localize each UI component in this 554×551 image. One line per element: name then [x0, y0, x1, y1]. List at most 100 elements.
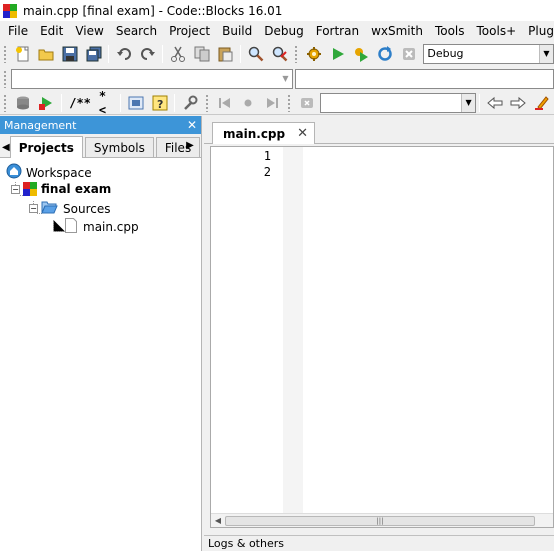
- chevron-down-icon[interactable]: ▼: [278, 69, 293, 88]
- paste-icon[interactable]: [215, 44, 237, 64]
- logs-panel-header[interactable]: Logs & others: [204, 535, 554, 551]
- management-title: Management: [4, 118, 77, 132]
- run-icon[interactable]: [327, 44, 349, 64]
- help-icon[interactable]: ?: [149, 93, 171, 113]
- menu-view[interactable]: View: [69, 24, 109, 38]
- menu-file[interactable]: File: [2, 24, 34, 38]
- clear-search-icon[interactable]: [296, 93, 318, 113]
- close-icon[interactable]: ✕: [297, 126, 308, 141]
- tree-workspace[interactable]: Workspace: [6, 163, 92, 182]
- collapse-toggle-icon[interactable]: −: [11, 184, 20, 194]
- bookmark-prev-icon[interactable]: [214, 93, 236, 113]
- editor-tab-label: main.cpp: [223, 126, 286, 141]
- database-icon[interactable]: [12, 93, 34, 113]
- chevron-down-icon[interactable]: ▼: [538, 44, 553, 63]
- toolbar-grip[interactable]: [205, 93, 209, 112]
- file-label: main.cpp: [83, 220, 139, 234]
- build-target-select[interactable]: Debug ▼: [423, 43, 554, 64]
- doxygen-comment-button[interactable]: *<: [95, 89, 117, 117]
- build-target-value: Debug: [427, 47, 464, 60]
- svg-text:?: ?: [157, 98, 163, 111]
- rebuild-icon[interactable]: [374, 44, 396, 64]
- tree-project[interactable]: − final exam: [11, 182, 111, 196]
- editor-tabs: main.cpp ✕: [204, 116, 554, 144]
- close-icon[interactable]: ✕: [187, 118, 197, 132]
- title-bar: main.cpp [final exam] - Code::Blocks 16.…: [0, 0, 554, 21]
- menu-bar: File Edit View Search Project Build Debu…: [0, 21, 554, 41]
- project-tree: Workspace − final exam − Sources main.cp…: [0, 158, 201, 234]
- abort-icon[interactable]: [398, 44, 420, 64]
- horizontal-scrollbar[interactable]: ◀ |||: [211, 513, 553, 527]
- toolbar-separator: [120, 93, 122, 112]
- comment-button[interactable]: /**: [65, 96, 95, 110]
- toolbar-grip[interactable]: [3, 69, 7, 88]
- copy-icon[interactable]: [191, 44, 213, 64]
- debug-run-icon[interactable]: [36, 93, 58, 113]
- toolbar-separator: [61, 93, 63, 112]
- toolbar-grip[interactable]: [3, 93, 7, 112]
- open-folder-icon[interactable]: [36, 44, 58, 64]
- collapse-toggle-icon[interactable]: −: [29, 204, 38, 213]
- back-arrow-icon[interactable]: [484, 93, 506, 113]
- cut-icon[interactable]: [167, 44, 189, 64]
- new-file-icon[interactable]: [12, 44, 34, 64]
- search-select[interactable]: ▼: [320, 92, 477, 113]
- build-and-run-icon[interactable]: [351, 44, 373, 64]
- project-icon: [23, 182, 37, 196]
- chevron-left-icon[interactable]: ◀: [2, 137, 10, 157]
- scroll-left-icon[interactable]: ◀: [211, 516, 225, 525]
- toolbar-separator: [162, 44, 164, 63]
- logs-label: Logs & others: [208, 537, 284, 550]
- chevron-right-icon[interactable]: ▶: [183, 135, 197, 155]
- menu-debug[interactable]: Debug: [258, 24, 309, 38]
- doxyblocks-icon[interactable]: [125, 93, 147, 113]
- highlight-pen-icon[interactable]: [531, 93, 553, 113]
- toolbar-separator: [240, 44, 242, 63]
- toolbar-grip[interactable]: [286, 93, 291, 112]
- tab-projects[interactable]: Projects: [9, 136, 83, 158]
- bookmark-next-icon[interactable]: [261, 93, 283, 113]
- undo-icon[interactable]: [113, 44, 135, 64]
- folder-open-icon: [41, 200, 58, 217]
- scope-select[interactable]: ▼: [10, 68, 294, 89]
- menu-tools[interactable]: Tools: [429, 24, 471, 38]
- menu-wxsmith[interactable]: wxSmith: [365, 24, 429, 38]
- toolbar-grip[interactable]: [3, 44, 7, 63]
- build-gear-icon[interactable]: [303, 44, 325, 64]
- save-all-icon[interactable]: [83, 44, 105, 64]
- breakpoint-icon[interactable]: [238, 93, 260, 113]
- window-title: main.cpp [final exam] - Code::Blocks 16.…: [23, 3, 283, 18]
- toolbar-separator: [479, 93, 481, 112]
- management-header: Management ✕: [0, 116, 201, 134]
- menu-edit[interactable]: Edit: [34, 24, 69, 38]
- code-editor[interactable]: 1 2 ◀ |||: [210, 146, 554, 528]
- save-icon[interactable]: [59, 44, 81, 64]
- menu-fortran[interactable]: Fortran: [310, 24, 365, 38]
- toolbar-separator: [108, 44, 110, 63]
- redo-icon[interactable]: [137, 44, 159, 64]
- code-completion-toolbar: ▼: [0, 66, 554, 91]
- menu-project[interactable]: Project: [163, 24, 216, 38]
- editor-area: main.cpp ✕ 1 2 ◀ |||: [204, 116, 554, 551]
- find-icon[interactable]: [245, 44, 267, 64]
- secondary-toolbar: /** *< ? ▼: [0, 89, 554, 117]
- tab-symbols[interactable]: Symbols: [84, 137, 154, 157]
- toolbar-grip[interactable]: [294, 44, 299, 63]
- line-number: 2: [263, 165, 271, 179]
- menu-plugins[interactable]: Plugins: [522, 24, 554, 38]
- management-panel: Management ✕ ◀ Projects Symbols Files ▶ …: [0, 116, 202, 551]
- editor-tab-main[interactable]: main.cpp ✕: [212, 122, 316, 144]
- forward-arrow-icon[interactable]: [508, 93, 530, 113]
- chevron-down-icon[interactable]: ▼: [461, 93, 476, 112]
- line-number: 1: [263, 149, 271, 163]
- replace-icon[interactable]: [269, 44, 291, 64]
- wrench-icon[interactable]: [179, 93, 201, 113]
- menu-tools-plus[interactable]: Tools+: [471, 24, 523, 38]
- menu-search[interactable]: Search: [110, 24, 163, 38]
- function-select[interactable]: [295, 68, 554, 89]
- menu-build[interactable]: Build: [216, 24, 258, 38]
- tree-folder-sources[interactable]: − Sources: [29, 200, 110, 217]
- toolbar-separator: [174, 93, 176, 112]
- scrollbar-thumb[interactable]: |||: [225, 515, 535, 526]
- tree-file-main[interactable]: main.cpp: [65, 218, 139, 236]
